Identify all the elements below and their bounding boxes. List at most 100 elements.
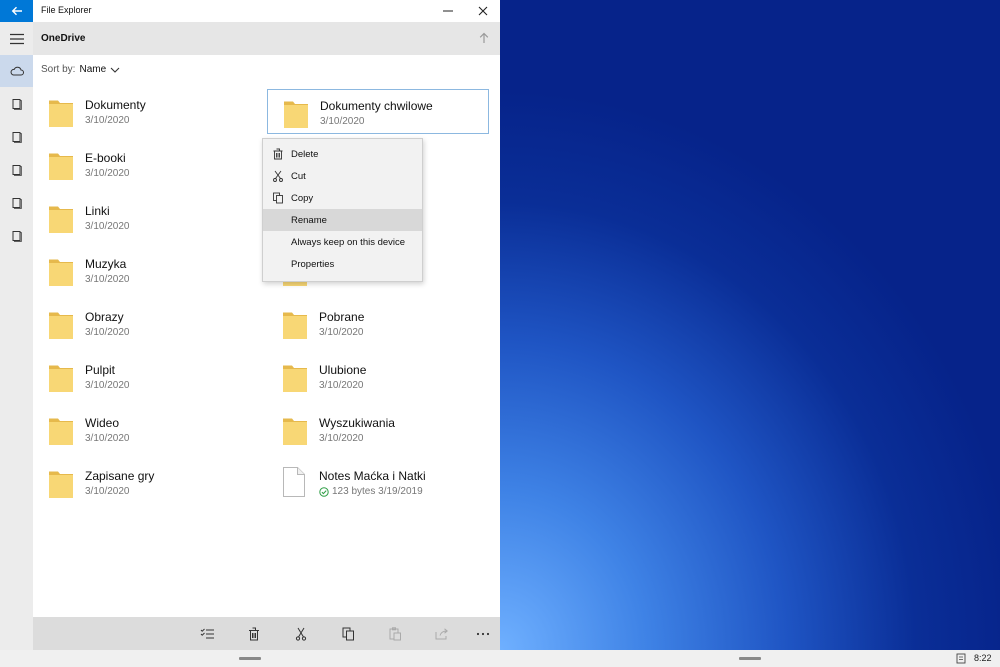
folder-item[interactable]: Wideo 3/10/2020 (33, 407, 255, 452)
menu-item-delete[interactable]: Delete (263, 143, 422, 165)
folder-item[interactable]: Pobrane 3/10/2020 (267, 301, 489, 346)
nav-location-2[interactable] (0, 121, 33, 153)
window-resize-handle-right[interactable] (739, 657, 761, 660)
item-name: E-booki (85, 151, 126, 165)
paste-icon (389, 627, 401, 641)
file-explorer-window: File Explorer OneDrive Sort by: Name Dok… (0, 0, 500, 650)
item-name: Linki (85, 204, 110, 218)
item-meta: 3/10/2020 (85, 168, 130, 179)
up-folder-button[interactable] (476, 30, 492, 46)
menu-item-label: Rename (291, 215, 327, 226)
item-meta: 3/10/2020 (85, 221, 130, 232)
menu-item-cut[interactable]: Cut (263, 165, 422, 187)
drive-icon (12, 131, 22, 143)
navigation-rail (0, 22, 33, 650)
item-meta: 3/10/2020 (319, 433, 364, 444)
drive-icon (12, 230, 22, 242)
document-icon (283, 467, 305, 497)
location-header: OneDrive (33, 22, 500, 55)
folder-icon (284, 101, 308, 128)
item-meta-text: 3/10/2020 (85, 486, 130, 497)
title-bar: File Explorer (0, 0, 500, 22)
folder-item[interactable]: Obrazy 3/10/2020 (33, 301, 255, 346)
item-meta: 3/10/2020 (85, 486, 130, 497)
back-button[interactable] (0, 0, 33, 22)
folder-icon (283, 365, 307, 392)
drive-icon (12, 197, 22, 209)
copy-button[interactable] (339, 625, 357, 643)
folder-item[interactable]: Zapisane gry 3/10/2020 (33, 460, 255, 505)
item-meta-text: 3/10/2020 (320, 116, 365, 127)
menu-item-rename[interactable]: Rename (263, 209, 422, 231)
item-name: Dokumenty chwilowe (320, 99, 433, 113)
nav-location-3[interactable] (0, 154, 33, 186)
window-resize-handle-left[interactable] (239, 657, 261, 660)
item-meta-text: 123 bytes 3/19/2019 (332, 486, 423, 497)
folder-icon (49, 418, 73, 445)
folder-item[interactable]: Dokumenty 3/10/2020 (33, 89, 255, 134)
item-meta-text: 3/10/2020 (85, 327, 130, 338)
item-name: Zapisane gry (85, 469, 155, 483)
folder-icon (49, 100, 73, 127)
item-name: Ulubione (319, 363, 367, 377)
cut-button[interactable] (292, 625, 310, 643)
notification-tray-icon[interactable] (956, 653, 966, 664)
trash-icon (249, 627, 259, 641)
nav-location-1[interactable] (0, 88, 33, 120)
item-meta: 3/10/2020 (319, 380, 364, 391)
minimize-button[interactable] (431, 0, 465, 22)
hamburger-menu-button[interactable] (0, 23, 33, 55)
sort-value: Name (79, 64, 107, 75)
arrow-up-icon (479, 32, 489, 43)
item-name: Obrazy (85, 310, 124, 324)
folder-item[interactable]: Dokumenty chwilowe 3/10/2020 (267, 89, 489, 134)
nav-location-4[interactable] (0, 187, 33, 219)
item-meta-text: 3/10/2020 (85, 433, 130, 444)
close-button[interactable] (466, 0, 500, 22)
folder-icon (283, 418, 307, 445)
item-meta: 3/10/2020 (319, 327, 364, 338)
folder-item[interactable]: Pulpit 3/10/2020 (33, 354, 255, 399)
folder-item[interactable]: Wyszukiwania 3/10/2020 (267, 407, 489, 452)
item-meta-text: 3/10/2020 (319, 433, 364, 444)
folder-icon (49, 153, 73, 180)
paste-button[interactable] (386, 625, 404, 643)
sort-dropdown[interactable]: Sort by: Name (41, 64, 120, 75)
taskbar-clock[interactable]: 8:22 (974, 653, 992, 663)
folder-item[interactable]: Ulubione 3/10/2020 (267, 354, 489, 399)
arrow-left-icon (11, 6, 22, 16)
more-options-button[interactable] (474, 625, 492, 643)
item-name: Pobrane (319, 310, 365, 324)
copy-icon (342, 627, 354, 641)
menu-item-label: Delete (291, 149, 319, 160)
scissors-icon (273, 170, 283, 182)
folder-item[interactable]: E-booki 3/10/2020 (33, 142, 255, 187)
drive-icon (12, 98, 22, 110)
menu-item-properties[interactable]: Properties (263, 253, 422, 275)
folder-item[interactable]: Muzyka 3/10/2020 (33, 248, 255, 293)
trash-icon (273, 148, 283, 160)
select-button[interactable] (198, 625, 216, 643)
item-meta: 123 bytes 3/19/2019 (319, 486, 423, 497)
delete-button[interactable] (245, 625, 263, 643)
desktop-background (500, 0, 1000, 650)
item-meta: 3/10/2020 (85, 274, 130, 285)
close-icon (478, 6, 488, 16)
item-meta-text: 3/10/2020 (85, 274, 130, 285)
command-bar (33, 617, 500, 650)
nav-location-5[interactable] (0, 220, 33, 252)
file-item[interactable]: Notes Maćka i Natki 123 bytes 3/19/2019 (267, 460, 489, 505)
nav-onedrive[interactable] (0, 55, 33, 87)
menu-item-always-keep[interactable]: Always keep on this device (263, 231, 422, 253)
folder-icon (49, 365, 73, 392)
item-meta: 3/10/2020 (85, 115, 130, 126)
share-button[interactable] (433, 625, 451, 643)
folder-item[interactable]: Linki 3/10/2020 (33, 195, 255, 240)
menu-item-label: Copy (291, 193, 314, 204)
menu-item-copy[interactable]: Copy (263, 187, 422, 209)
sort-label: Sort by: (41, 64, 76, 75)
item-meta-text: 3/10/2020 (319, 327, 364, 338)
drive-icon (12, 164, 22, 176)
share-icon (435, 628, 448, 640)
menu-item-label: Always keep on this device (291, 237, 406, 248)
